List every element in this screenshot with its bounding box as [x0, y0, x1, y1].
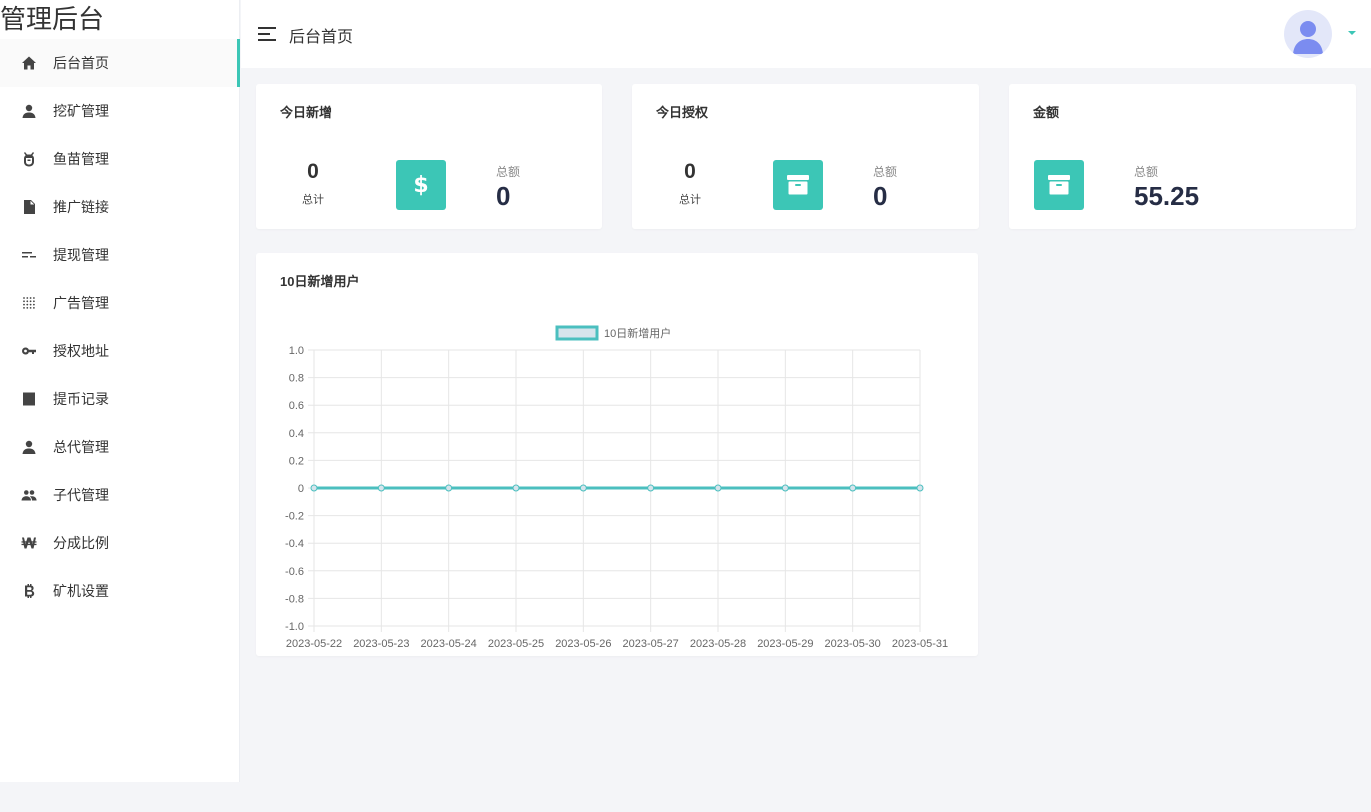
sort-list-icon — [21, 247, 37, 263]
y-tick-label: 0.2 — [289, 455, 304, 467]
data-point — [310, 484, 318, 492]
page-title: 后台首页 — [289, 29, 354, 46]
sidebar-item-label: 推广链接 — [53, 199, 109, 215]
y-tick-label: -0.2 — [285, 511, 304, 523]
sidebar-item-label: 挖矿管理 — [53, 103, 109, 119]
card-title: 今日新增 — [280, 105, 333, 120]
sum-value: 0 — [873, 181, 888, 211]
card-title: 今日授权 — [656, 105, 709, 120]
sidebar-item-1[interactable]: 挖矿管理 — [0, 87, 240, 135]
x-tick-label: 2023-05-23 — [353, 638, 409, 650]
data-point — [781, 484, 789, 492]
dollar-icon: $ — [396, 160, 446, 210]
sidebar-item-8[interactable]: 总代管理 — [0, 423, 240, 471]
count-label: 总计 — [679, 194, 701, 206]
home-icon — [21, 55, 37, 71]
card-today-new: 今日新增 0 总计 $ 总额 0 — [256, 84, 602, 229]
person-icon — [21, 103, 37, 119]
data-point — [579, 484, 587, 492]
user-avatar[interactable] — [1284, 10, 1332, 58]
sidebar-item-label: 鱼苗管理 — [53, 151, 109, 167]
sidebar-item-3[interactable]: 推广链接 — [0, 183, 240, 231]
chart-card: 10日新增用户 1.0 0.8 0.6 0.4 0.2 0 -0.2 -0.4 -0.6 -0.8… — [256, 253, 978, 656]
y-tick-label: 0.4 — [289, 428, 304, 440]
sidebar-item-2[interactable]: 鱼苗管理 — [0, 135, 240, 183]
sidebar-menu: 后台首页挖矿管理鱼苗管理推广链接提现管理广告管理授权地址提币记录总代管理子代管理… — [0, 39, 240, 615]
receipt-icon — [21, 391, 37, 407]
sidebar-item-label: 提币记录 — [53, 391, 109, 407]
y-tick-label: 0.8 — [289, 373, 304, 385]
won-icon — [21, 535, 37, 551]
bug-icon — [21, 151, 37, 167]
y-tick-label: -0.4 — [285, 538, 304, 550]
data-point — [849, 484, 857, 492]
sidebar-item-0[interactable]: 后台首页 — [0, 39, 240, 87]
line-chart: 1.0 0.8 0.6 0.4 0.2 0 -0.2 -0.4 -0.6 -0.8 -1.0 2023… — [285, 325, 948, 650]
x-tick-label: 2023-05-22 — [286, 638, 342, 650]
sidebar-footer — [0, 782, 240, 812]
sidebar-item-5[interactable]: 广告管理 — [0, 279, 240, 327]
y-tick-label: -0.6 — [285, 566, 304, 578]
data-point — [445, 484, 453, 492]
count-value: 0 — [307, 160, 319, 183]
top-header: 后台首页 — [241, 0, 1371, 68]
chevron-down-icon[interactable] — [1348, 31, 1356, 35]
x-tick-label: 2023-05-25 — [488, 638, 544, 650]
document-icon — [21, 199, 37, 215]
sidebar: 管理后台 后台首页挖矿管理鱼苗管理推广链接提现管理广告管理授权地址提币记录总代管… — [0, 0, 240, 782]
x-tick-label: 2023-05-27 — [623, 638, 679, 650]
sidebar-item-6[interactable]: 授权地址 — [0, 327, 240, 375]
sum-label: 总额 — [1134, 165, 1159, 179]
sidebar-item-10[interactable]: 分成比例 — [0, 519, 240, 567]
sum-label: 总额 — [873, 165, 898, 179]
legend-swatch — [555, 325, 599, 341]
y-tick-label: -1.0 — [285, 621, 304, 633]
archive-icon — [773, 160, 823, 210]
sidebar-item-label: 授权地址 — [53, 343, 109, 359]
menu-toggle-icon[interactable] — [258, 25, 278, 43]
x-tick-label: 2023-05-29 — [757, 638, 813, 650]
card-amount: 金额 总额 55.25 — [1009, 84, 1356, 229]
legend-label: 10日新增用户 — [604, 326, 671, 340]
sidebar-item-label: 总代管理 — [53, 439, 109, 455]
y-tick-label: 0 — [298, 483, 304, 495]
sum-value: 55.25 — [1134, 181, 1200, 211]
sidebar-item-label: 分成比例 — [53, 535, 109, 551]
sidebar-item-4[interactable]: 提现管理 — [0, 231, 240, 279]
card-today-auth: 今日授权 0 总计 总额 0 — [632, 84, 979, 229]
data-point — [647, 484, 655, 492]
data-point — [916, 484, 924, 492]
x-tick-label: 2023-05-24 — [421, 638, 477, 650]
bitcoin-icon — [21, 583, 37, 599]
dot-grid-icon — [21, 295, 37, 311]
count-value: 0 — [684, 160, 696, 183]
x-tick-label: 2023-05-28 — [690, 638, 746, 650]
sum-value: 0 — [496, 181, 511, 211]
y-tick-label: 0.6 — [289, 400, 304, 412]
sidebar-item-label: 提现管理 — [53, 247, 109, 263]
data-point — [512, 484, 520, 492]
sidebar-item-7[interactable]: 提币记录 — [0, 375, 240, 423]
sidebar-item-label: 矿机设置 — [53, 583, 109, 599]
y-tick-label: 1.0 — [289, 345, 304, 357]
x-tick-label: 2023-05-26 — [555, 638, 611, 650]
sum-label: 总额 — [496, 165, 521, 179]
data-point — [377, 484, 385, 492]
key-icon — [21, 343, 37, 359]
sidebar-item-label: 子代管理 — [53, 487, 109, 503]
sidebar-item-label: 后台首页 — [53, 55, 109, 71]
people-icon — [21, 487, 37, 503]
person-icon — [21, 439, 37, 455]
count-label: 总计 — [302, 194, 324, 206]
x-tick-label: 2023-05-30 — [825, 638, 881, 650]
app-brand: 管理后台 — [0, 4, 105, 34]
data-point — [714, 484, 722, 492]
y-tick-label: -0.8 — [285, 593, 304, 605]
card-title: 金额 — [1033, 105, 1060, 120]
sidebar-item-9[interactable]: 子代管理 — [0, 471, 240, 519]
sidebar-item-11[interactable]: 矿机设置 — [0, 567, 240, 615]
x-tick-label: 2023-05-31 — [892, 638, 948, 650]
sidebar-item-label: 广告管理 — [53, 295, 109, 311]
archive-icon — [1034, 160, 1084, 210]
